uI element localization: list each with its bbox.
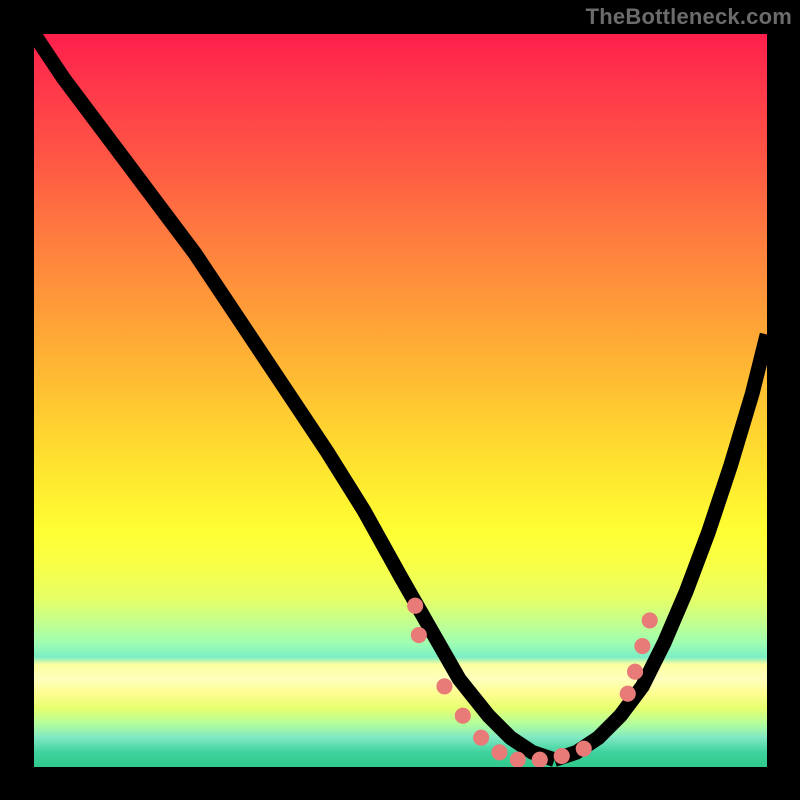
dot	[620, 686, 636, 702]
dot	[627, 664, 643, 680]
dot	[642, 612, 658, 628]
attribution-text: TheBottleneck.com	[586, 4, 792, 30]
dot	[634, 638, 650, 654]
chart-frame: TheBottleneck.com	[0, 0, 800, 800]
dot	[554, 748, 570, 764]
dot	[473, 730, 489, 746]
highlight-dots	[407, 598, 658, 767]
dot	[455, 708, 471, 724]
dot	[532, 752, 548, 767]
dot	[491, 744, 507, 760]
dot	[510, 752, 526, 767]
dot	[436, 678, 452, 694]
curve-right	[554, 335, 767, 760]
dot	[576, 741, 592, 757]
chart-svg	[34, 34, 767, 767]
dot	[411, 627, 427, 643]
dot	[407, 598, 423, 614]
curve-left	[34, 34, 554, 760]
